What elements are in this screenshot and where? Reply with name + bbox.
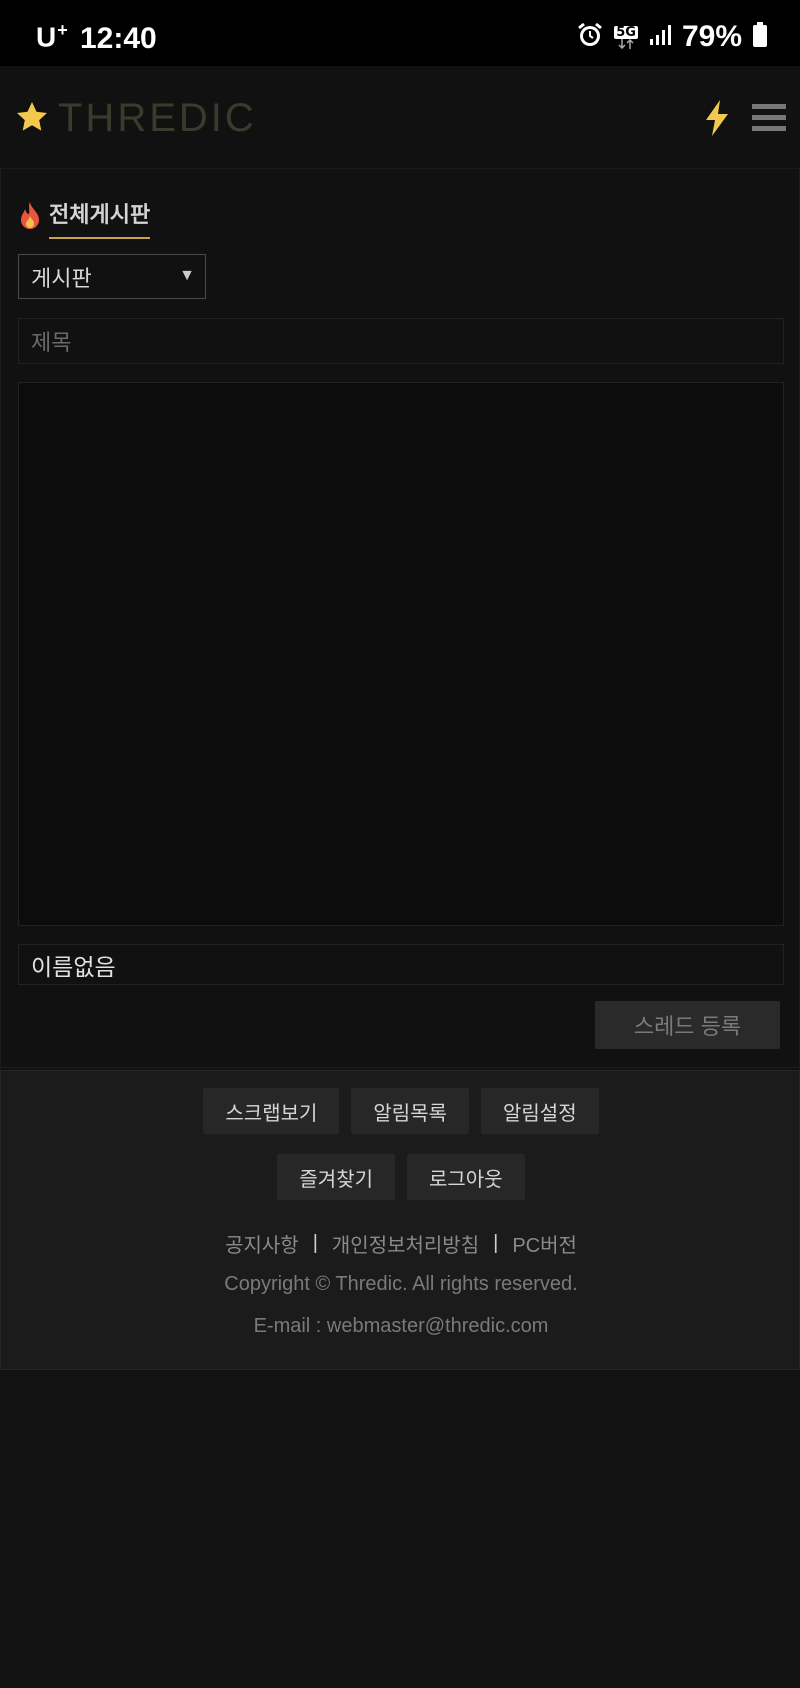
favorites-button[interactable]: 즐겨찾기	[277, 1154, 395, 1200]
lightning-icon[interactable]	[704, 100, 730, 140]
footer-buttons-row-1: 스크랩보기 알림목록 알림설정	[1, 1088, 800, 1134]
link-separator: |	[312, 1232, 318, 1254]
pc-version-link[interactable]: PC버전	[512, 1229, 577, 1258]
copyright-text: Copyright © Thredic. All rights reserved…	[224, 1273, 578, 1295]
site-logo[interactable]: THREDIC	[14, 96, 257, 141]
status-icons: 5G 79%	[576, 20, 768, 53]
footer-buttons-row-2: 즐겨찾기 로그아웃	[1, 1154, 800, 1200]
board-heading: 전체게시판	[19, 197, 151, 239]
footer-links: 공지사항 | 개인정보처리방침 | PC버전	[1, 1229, 800, 1258]
5g-icon: 5G	[614, 25, 638, 49]
notification-list-button[interactable]: 알림목록	[351, 1088, 469, 1134]
title-input[interactable]: 제목	[18, 318, 784, 364]
board-title[interactable]: 전체게시판	[49, 197, 151, 239]
star-icon	[14, 99, 50, 139]
privacy-policy-link[interactable]: 개인정보처리방침	[332, 1229, 479, 1258]
board-select[interactable]: 게시판 ▼	[18, 254, 206, 299]
scrap-view-button[interactable]: 스크랩보기	[203, 1088, 340, 1134]
board-select-value: 게시판	[31, 265, 92, 291]
site-footer: 스크랩보기 알림목록 알림설정 즐겨찾기 로그아웃 공지사항 | 개인정보처리방…	[0, 1070, 800, 1370]
author-name-input[interactable]: 이름없음	[18, 944, 784, 985]
site-header: THREDIC	[0, 66, 800, 169]
status-bar: U+ 12:40 5G 79%	[0, 0, 800, 66]
content-textarea[interactable]	[18, 382, 784, 926]
fire-icon	[19, 202, 41, 234]
signal-icon	[648, 23, 672, 51]
header-actions	[704, 100, 786, 140]
submit-thread-button[interactable]: 스레드 등록	[595, 1001, 780, 1049]
notice-link[interactable]: 공지사항	[225, 1229, 299, 1258]
battery-percent: 79%	[681, 20, 742, 53]
write-form: 전체게시판 게시판 ▼ 제목 이름없음 스레드 등록	[0, 168, 800, 1068]
dropdown-arrow-icon: ▼	[179, 267, 195, 284]
clock: 12:40	[80, 22, 157, 55]
alarm-icon	[576, 21, 604, 53]
logout-button[interactable]: 로그아웃	[407, 1154, 525, 1200]
carrier-label: U+	[36, 20, 69, 53]
notification-settings-button[interactable]: 알림설정	[481, 1088, 599, 1134]
battery-icon	[752, 22, 768, 52]
logo-text: THREDIC	[58, 96, 257, 140]
menu-icon[interactable]	[752, 103, 786, 137]
contact-email: E-mail : webmaster@thredic.com	[253, 1315, 549, 1337]
link-separator: |	[493, 1232, 499, 1254]
